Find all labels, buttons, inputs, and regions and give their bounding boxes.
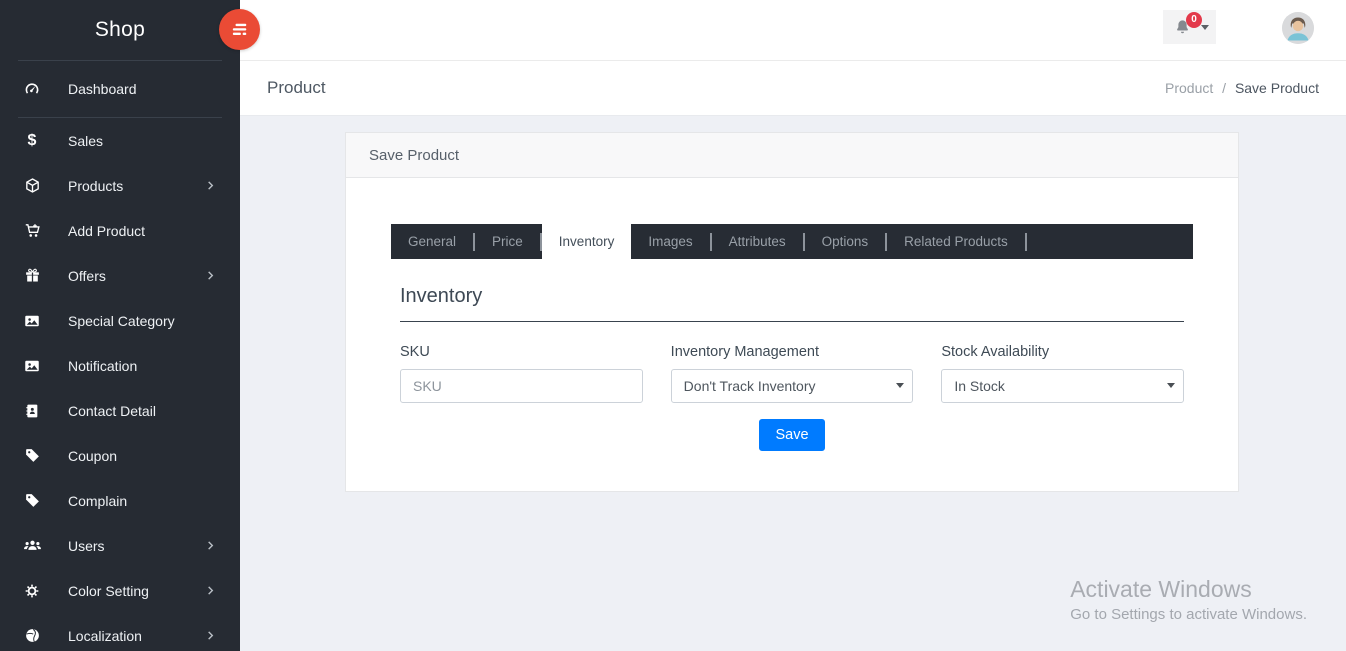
sidebar-item-label: Contact Detail [68,403,156,419]
sidebar: Shop Dashboard $ Sales Products Add Prod… [0,0,240,651]
page-header: Product Product / Save Product [240,61,1346,116]
gear-icon [22,583,42,599]
cube-icon [22,177,42,194]
sidebar-item-label: Color Setting [68,583,149,599]
add-product-icon [22,222,42,239]
sidebar-item-contact-detail[interactable]: Contact Detail [0,388,240,433]
tag-icon [22,492,42,509]
breadcrumb: Product / Save Product [1165,80,1319,96]
image-icon [22,357,42,375]
sidebar-item-add-product[interactable]: Add Product [0,208,240,253]
tab-related-products[interactable]: Related Products [887,224,1025,259]
sku-input[interactable] [400,369,643,403]
brand-title: Shop [0,0,240,60]
address-book-icon [22,403,42,419]
tag-icon [22,447,42,464]
sidebar-item-localization[interactable]: Localization [0,613,240,651]
save-product-panel: Save Product General Price Inventory Ima… [345,132,1239,492]
tab-separator [1025,233,1027,251]
stock-availability-group: Stock Availability In Stock [941,344,1184,403]
chevron-right-icon [205,270,216,281]
section-title: Inventory [400,285,1184,308]
inventory-management-select[interactable]: Don't Track Inventory [671,369,914,403]
gift-icon [22,267,42,284]
sidebar-item-special-category[interactable]: Special Category [0,298,240,343]
notification-count-badge: 0 [1186,12,1202,28]
sku-field-group: SKU [400,344,643,403]
chevron-right-icon [205,540,216,551]
top-navbar: 0 [240,0,1346,61]
sku-label: SKU [400,344,643,360]
sidebar-item-color-setting[interactable]: Color Setting [0,568,240,613]
menu-icon [231,22,249,38]
sidebar-item-coupon[interactable]: Coupon [0,433,240,478]
product-tabs: General Price Inventory Images Attribute… [391,224,1193,259]
sidebar-item-dashboard[interactable]: Dashboard [0,61,240,117]
sidebar-item-label: Complain [68,493,127,509]
breadcrumb-parent[interactable]: Product [1165,80,1213,96]
sidebar-item-label: Products [68,178,123,194]
breadcrumb-separator: / [1222,80,1226,96]
section-divider [400,321,1184,322]
tab-images[interactable]: Images [631,224,709,259]
inventory-management-label: Inventory Management [671,344,914,360]
chevron-right-icon [205,630,216,641]
sidebar-item-products[interactable]: Products [0,163,240,208]
tab-price[interactable]: Price [475,224,540,259]
sidebar-item-label: Localization [68,628,142,644]
stock-availability-select[interactable]: In Stock [941,369,1184,403]
chevron-right-icon [205,585,216,596]
sidebar-item-label: Coupon [68,448,117,464]
tab-general[interactable]: General [391,224,473,259]
tab-attributes[interactable]: Attributes [712,224,803,259]
chevron-right-icon [205,180,216,191]
sidebar-item-label: Users [68,538,105,554]
sidebar-toggle-button[interactable] [219,9,260,50]
globe-icon [22,627,42,644]
tab-inventory[interactable]: Inventory [542,224,632,259]
image-icon [22,312,42,330]
sidebar-item-sales[interactable]: $ Sales [0,118,240,163]
sidebar-item-label: Dashboard [68,81,137,97]
tab-options[interactable]: Options [805,224,886,259]
notifications-dropdown[interactable]: 0 [1163,10,1216,44]
page-title: Product [267,78,326,98]
sidebar-item-users[interactable]: Users [0,523,240,568]
save-button[interactable]: Save [759,419,824,451]
users-icon [22,536,42,555]
save-row: Save [400,419,1184,451]
sidebar-item-offers[interactable]: Offers [0,253,240,298]
user-avatar[interactable] [1282,12,1314,44]
inventory-management-group: Inventory Management Don't Track Invento… [671,344,914,403]
sidebar-item-notification[interactable]: Notification [0,343,240,388]
sidebar-item-complain[interactable]: Complain [0,478,240,523]
caret-down-icon [1201,25,1209,30]
dollar-icon: $ [22,132,42,150]
panel-title: Save Product [346,133,1238,178]
sidebar-item-label: Special Category [68,313,175,329]
sidebar-item-label: Add Product [68,223,145,239]
sidebar-item-label: Offers [68,268,106,284]
watermark-title: Activate Windows [1070,576,1307,603]
breadcrumb-current: Save Product [1235,80,1319,96]
panel-body: General Price Inventory Images Attribute… [346,178,1238,491]
windows-activation-watermark: Activate Windows Go to Settings to activ… [1070,576,1307,623]
sidebar-item-label: Notification [68,358,137,374]
inventory-tab-content: Inventory SKU Inventory Management Don't… [391,285,1193,451]
inventory-form-row: SKU Inventory Management Don't Track Inv… [400,344,1184,403]
watermark-subtitle: Go to Settings to activate Windows. [1070,606,1307,623]
main-content: Save Product General Price Inventory Ima… [240,116,1346,651]
sidebar-item-label: Sales [68,133,103,149]
dashboard-icon [22,80,42,98]
stock-availability-label: Stock Availability [941,344,1184,360]
